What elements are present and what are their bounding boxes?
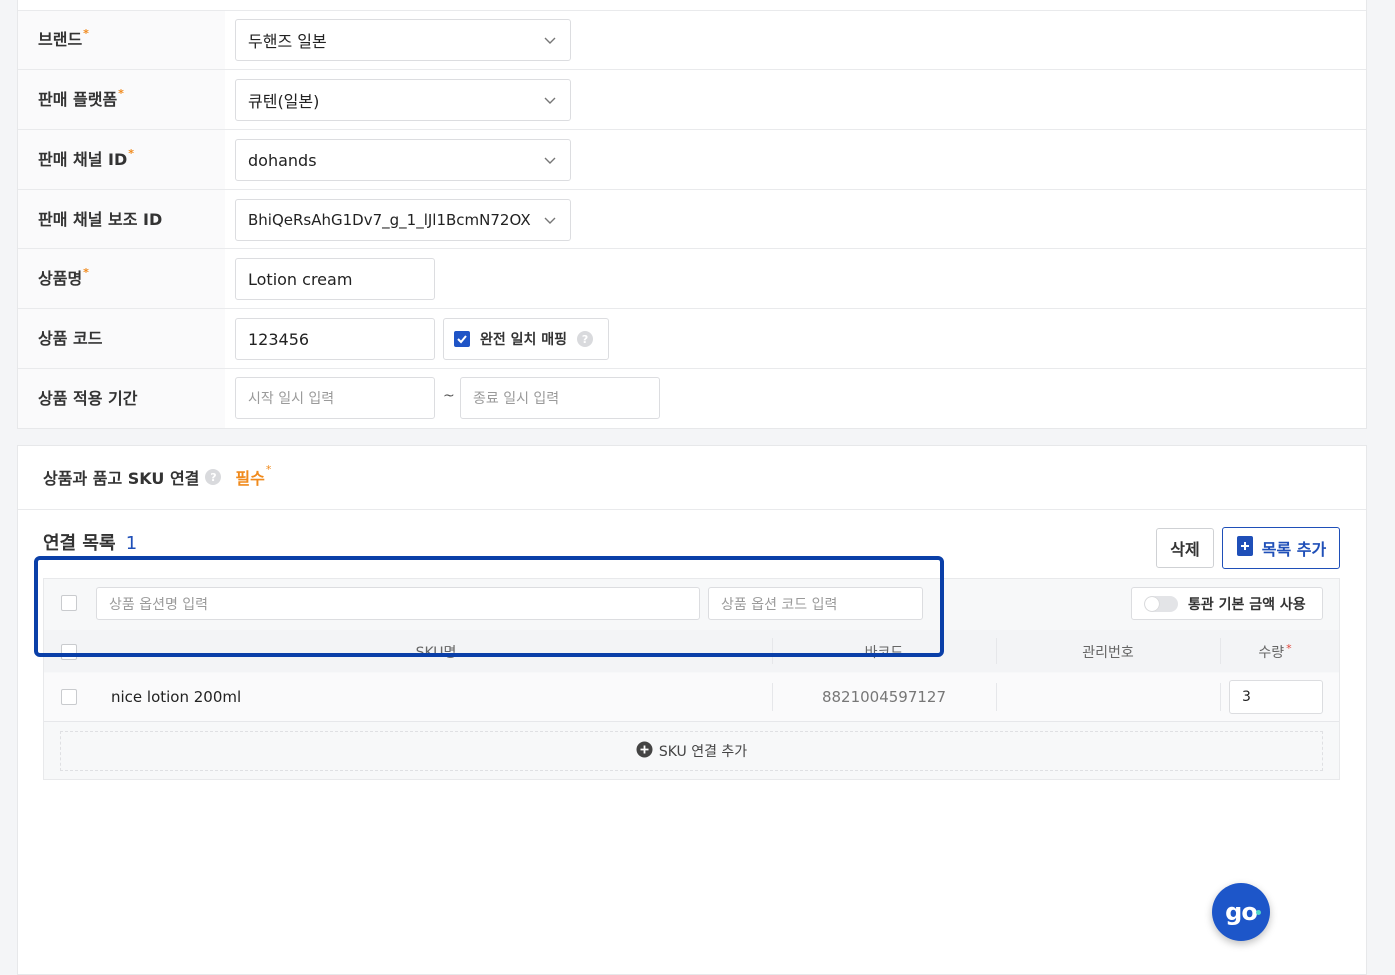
- chevron-down-icon: [544, 214, 556, 226]
- date-separator: ~: [443, 388, 455, 404]
- go-logo-icon: go: [1225, 898, 1258, 926]
- row-divider: [18, 189, 1366, 190]
- fab-dot: [1256, 910, 1261, 915]
- product-code-input[interactable]: 123456: [235, 318, 435, 360]
- add-document-icon: [1236, 535, 1254, 561]
- delete-button[interactable]: 삭제: [1156, 528, 1214, 568]
- channel-sub-id-select-value: BhiQeRsAhG1Dv7_g_1_lJl1BcmN72OX: [248, 211, 531, 229]
- row-sku-name: nice lotion 200ml: [111, 688, 242, 706]
- row-divider: [18, 129, 1366, 130]
- highlight-annotation-box: [34, 556, 944, 657]
- row-qty-input[interactable]: 3: [1229, 680, 1323, 714]
- chevron-down-icon: [544, 154, 556, 166]
- channel-id-select-value: dohands: [248, 150, 317, 170]
- period-label: 상품 적용 기간: [38, 389, 138, 408]
- add-list-label: 목록 추가: [1261, 540, 1327, 559]
- row-divider: [18, 69, 1366, 70]
- brand-select[interactable]: 두핸즈 일본: [235, 19, 571, 61]
- chat-fab-button[interactable]: go: [1212, 883, 1270, 941]
- start-date-input[interactable]: 시작 일시 입력: [235, 377, 435, 419]
- sku-section-header: 상품과 품고 SKU 연결 ? 필수 *: [43, 462, 272, 489]
- required-badge: 필수: [235, 469, 265, 488]
- exact-match-label: 완전 일치 매핑: [480, 332, 568, 348]
- help-icon[interactable]: ?: [205, 469, 222, 485]
- channel-id-select[interactable]: dohands: [235, 139, 571, 181]
- customs-toggle-label: 통관 기본 금액 사용: [1188, 596, 1306, 613]
- section-divider: [18, 509, 1366, 510]
- row-divider: [18, 10, 1366, 11]
- th-manage-no: 관리번호: [1082, 645, 1134, 661]
- end-date-input[interactable]: 종료 일시 입력: [460, 377, 660, 419]
- row-divider: [18, 248, 1366, 249]
- add-list-button[interactable]: 목록 추가: [1222, 527, 1340, 569]
- customs-toggle-switch[interactable]: [1144, 595, 1178, 612]
- platform-label: 판매 플랫폼*: [38, 87, 124, 109]
- chevron-down-icon: [544, 94, 556, 106]
- list-title: 연결 목록 1: [43, 533, 138, 554]
- add-sku-link-button[interactable]: SKU 연결 추가: [60, 731, 1323, 771]
- list-count: 1: [125, 533, 138, 554]
- column-divider: [996, 683, 997, 711]
- brand-label: 브랜드*: [38, 27, 89, 49]
- platform-select-value: 큐텐(일본): [248, 92, 320, 111]
- help-icon[interactable]: ?: [577, 331, 594, 347]
- channel-id-label: 판매 채널 ID*: [38, 147, 135, 169]
- channel-sub-id-select[interactable]: BhiQeRsAhG1Dv7_g_1_lJl1BcmN72OX: [235, 199, 571, 241]
- product-name-input[interactable]: Lotion cream: [235, 258, 435, 300]
- required-mark: *: [128, 147, 135, 160]
- row-barcode: 8821004597127: [821, 688, 947, 706]
- toggle-knob: [1145, 596, 1159, 611]
- required-mark: *: [1286, 642, 1292, 655]
- product-code-label: 상품 코드: [38, 329, 103, 348]
- brand-select-value: 두핸즈 일본: [248, 32, 327, 51]
- channel-sub-id-label: 판매 채널 보조 ID: [38, 210, 163, 229]
- column-divider: [1220, 683, 1221, 711]
- th-qty: 수량 *: [1258, 642, 1292, 661]
- row-checkbox[interactable]: [61, 689, 77, 705]
- sku-section-title: 상품과 품고 SKU 연결: [43, 469, 200, 488]
- required-mark: *: [83, 266, 89, 279]
- row-divider: [18, 308, 1366, 309]
- required-mark: *: [83, 27, 89, 40]
- row-divider: [18, 368, 1366, 369]
- required-mark: *: [265, 462, 272, 476]
- customs-toggle-group[interactable]: 통관 기본 금액 사용: [1131, 587, 1323, 620]
- plus-circle-icon: [636, 741, 653, 762]
- add-sku-label: SKU 연결 추가: [658, 744, 748, 760]
- chevron-down-icon: [544, 34, 556, 46]
- platform-select[interactable]: 큐텐(일본): [235, 79, 571, 121]
- exact-match-checkbox-group[interactable]: 완전 일치 매핑 ?: [443, 318, 609, 360]
- required-mark: *: [118, 87, 124, 100]
- exact-match-checkbox[interactable]: [454, 331, 470, 347]
- product-name-label: 상품명*: [38, 266, 89, 288]
